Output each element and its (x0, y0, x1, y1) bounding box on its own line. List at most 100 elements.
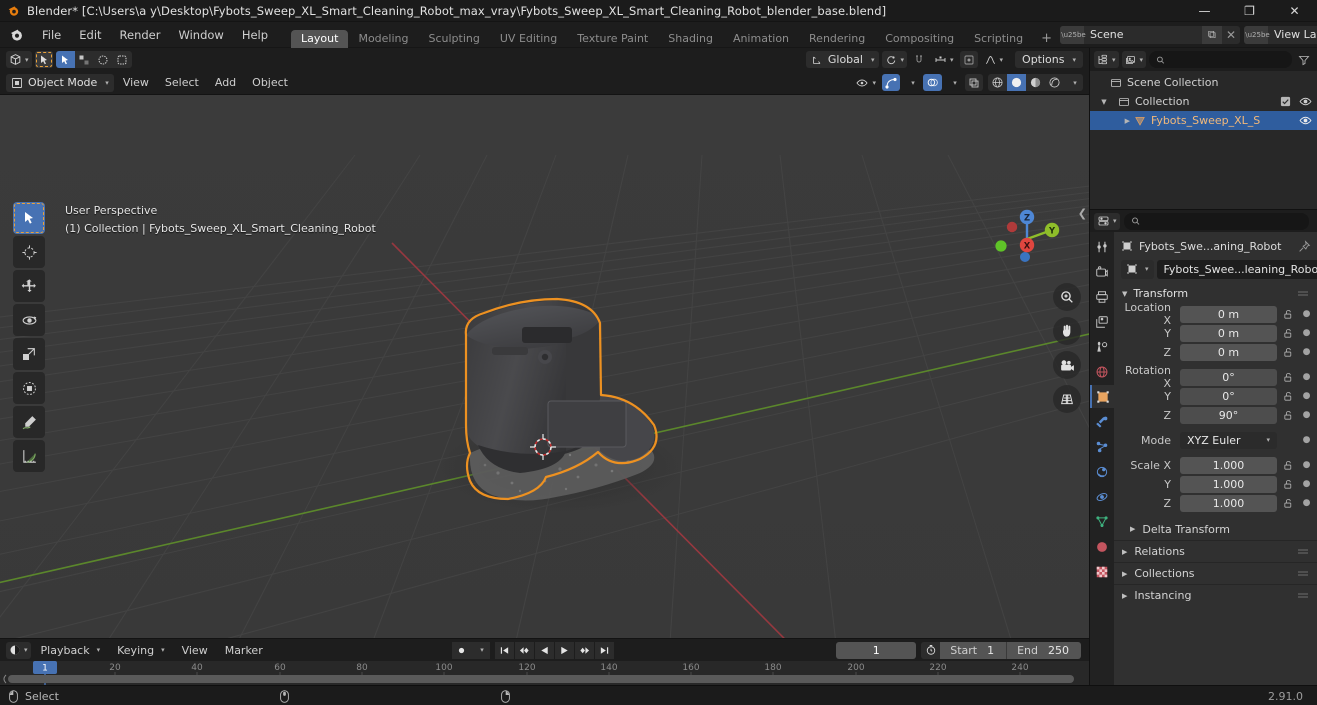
zoom-icon[interactable] (1053, 283, 1081, 311)
viewport-menu-object[interactable]: Object (245, 74, 295, 91)
jump-to-end-button[interactable] (595, 641, 614, 659)
workspace-tab-rendering[interactable]: Rendering (799, 30, 875, 48)
xray-toggle[interactable] (965, 74, 983, 91)
expand-triangle-icon[interactable]: ▶ (1090, 117, 1134, 125)
constraint-tab[interactable] (1090, 485, 1114, 508)
scale-tool[interactable] (13, 338, 45, 370)
lock-location-z-icon[interactable] (1281, 347, 1296, 358)
menu-help[interactable]: Help (233, 25, 277, 45)
timeline-menu-playback[interactable]: Playback ▾ (34, 642, 108, 659)
scene-unlink-button[interactable]: ✕ (1222, 26, 1240, 44)
texture-tab[interactable] (1090, 560, 1114, 583)
wireframe-shading-icon[interactable] (988, 74, 1007, 91)
transform-orientation-select[interactable]: Global ▾ (805, 51, 880, 68)
lock-rotation-z-icon[interactable] (1281, 410, 1296, 421)
shading-options-select[interactable]: ▾ (1064, 74, 1083, 91)
view-axis-gizmo[interactable]: Z Y X (994, 199, 1064, 269)
scene-new-button[interactable]: ⧉ (1201, 25, 1222, 44)
auto-keyframe-icon[interactable] (452, 641, 471, 659)
close-button[interactable]: ✕ (1272, 0, 1317, 22)
menu-render[interactable]: Render (111, 25, 170, 45)
delta-transform-panel[interactable]: ▶ Delta Transform (1114, 518, 1317, 540)
solid-shading-icon[interactable] (1007, 74, 1026, 91)
snap-toggle-icon[interactable] (910, 51, 928, 68)
scale-x-field[interactable]: 1.000 (1180, 456, 1277, 474)
view-layer-name[interactable]: View Layer (1268, 28, 1317, 41)
outliner-search-input[interactable] (1169, 53, 1285, 66)
outliner-tree[interactable]: Scene Collection ▼ Collection ▶ Fybots_S… (1090, 71, 1317, 209)
menu-edit[interactable]: Edit (70, 25, 110, 45)
3d-viewport[interactable]: User Perspective (1) Collection | Fybots… (0, 95, 1089, 638)
animate-scale-z-icon[interactable]: ● (1300, 498, 1313, 508)
tweak-tool[interactable] (13, 202, 45, 234)
workspace-tab-texture-paint[interactable]: Texture Paint (567, 30, 658, 48)
material-preview-shading-icon[interactable] (1026, 74, 1045, 91)
eye-icon[interactable] (1299, 96, 1312, 107)
object-data-tab[interactable] (1090, 510, 1114, 533)
pan-hand-icon[interactable] (1053, 317, 1081, 345)
workspace-tab-compositing[interactable]: Compositing (875, 30, 964, 48)
scale-z-field[interactable]: 1.000 (1180, 494, 1277, 512)
workspace-tab-modeling[interactable]: Modeling (348, 30, 418, 48)
workspace-tab-animation[interactable]: Animation (723, 30, 799, 48)
lasso-select-icon[interactable] (113, 51, 132, 68)
annotate-tool[interactable] (13, 406, 45, 438)
add-workspace-button[interactable]: + (1033, 30, 1060, 48)
lock-scale-z-icon[interactable] (1281, 498, 1296, 509)
show-overlays-toggle[interactable] (923, 74, 942, 91)
object-visibility-select[interactable]: ▾ (852, 74, 879, 91)
timeline-ruler[interactable]: 20 40 60 80 100 120 140 160 180 200 220 240 1 (0, 661, 1089, 685)
jump-to-next-keyframe-button[interactable] (575, 641, 594, 659)
lock-rotation-x-icon[interactable] (1281, 372, 1296, 383)
editor-type-outliner-icon[interactable]: ▾ (1094, 51, 1119, 68)
world-tab[interactable] (1090, 360, 1114, 383)
rotation-x-field[interactable]: 0° (1180, 368, 1277, 386)
animate-location-x-icon[interactable]: ● (1300, 309, 1313, 319)
output-tab[interactable] (1090, 285, 1114, 308)
gizmo-options-select[interactable]: ▾ (903, 74, 920, 91)
interaction-mode-select[interactable]: Object Mode ▾ (6, 73, 114, 92)
object-type-dropdown[interactable]: ▾ (1121, 259, 1154, 279)
minimize-button[interactable]: — (1182, 0, 1227, 22)
scale-y-field[interactable]: 1.000 (1180, 475, 1277, 493)
transform-tool[interactable] (13, 372, 45, 404)
rotation-y-field[interactable]: 0° (1180, 387, 1277, 405)
animate-location-y-icon[interactable]: ● (1300, 328, 1313, 338)
scene-datablock[interactable]: \u25be Scene ⧉ ✕ (1059, 25, 1240, 44)
lock-location-x-icon[interactable] (1281, 309, 1296, 320)
eye-icon[interactable] (1299, 115, 1312, 126)
outliner-row-object[interactable]: ▶ Fybots_Sweep_XL_S (1090, 111, 1317, 130)
move-tool[interactable] (13, 270, 45, 302)
pin-icon[interactable] (1298, 239, 1311, 253)
circle-select-icon[interactable] (94, 51, 113, 68)
outliner-row-collection[interactable]: ▼ Collection (1090, 92, 1317, 111)
physics-tab[interactable] (1090, 460, 1114, 483)
timeline-menu-keying[interactable]: Keying ▾ (110, 642, 171, 659)
outliner-row-scene-collection[interactable]: Scene Collection (1090, 73, 1317, 92)
current-frame-field[interactable]: 1 (836, 641, 917, 659)
particles-tab[interactable] (1090, 435, 1114, 458)
rotate-tool[interactable] (13, 304, 45, 336)
location-y-field[interactable]: 0 m (1180, 324, 1277, 342)
rendered-shading-icon[interactable] (1045, 74, 1064, 91)
lock-rotation-y-icon[interactable] (1281, 391, 1296, 402)
outliner-display-mode-select[interactable]: ▾ (1121, 51, 1147, 68)
object-tab[interactable] (1090, 385, 1114, 408)
workspace-tab-shading[interactable]: Shading (658, 30, 723, 48)
animate-scale-x-icon[interactable]: ● (1300, 460, 1313, 470)
sidebar-toggle-arrow[interactable]: ❮ (1078, 207, 1087, 220)
timeline-menu-view[interactable]: View (175, 642, 215, 659)
collection-checkbox[interactable] (1280, 96, 1291, 107)
jump-to-start-button[interactable] (495, 641, 514, 659)
active-tool-indicator[interactable] (34, 51, 53, 68)
properties-search-input[interactable] (1144, 214, 1302, 228)
viewport-menu-add[interactable]: Add (208, 74, 243, 91)
collections-panel[interactable]: ▶ Collections (1114, 562, 1317, 584)
animate-scale-y-icon[interactable]: ● (1300, 479, 1313, 489)
keying-options-select[interactable]: ▾ (471, 641, 490, 659)
tweak-select-icon[interactable] (55, 51, 75, 68)
proportional-falloff-select[interactable]: ▾ (981, 51, 1007, 68)
animate-rotation-y-icon[interactable]: ● (1300, 391, 1313, 401)
editor-type-3dview-icon[interactable]: ▾ (6, 51, 32, 68)
lock-location-y-icon[interactable] (1281, 328, 1296, 339)
